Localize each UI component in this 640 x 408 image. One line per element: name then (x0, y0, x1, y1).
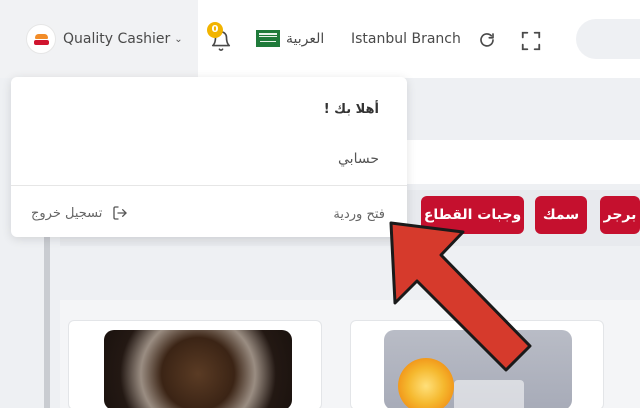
product-image-juice[interactable] (384, 330, 572, 408)
language-label: العربية (286, 30, 325, 47)
orange-slice (398, 358, 454, 408)
category-fish[interactable]: سمك (535, 196, 587, 234)
category-burger[interactable]: برجر (600, 196, 640, 234)
refresh-icon[interactable] (478, 31, 496, 53)
juice-glass (454, 380, 524, 408)
notifications-button[interactable]: 0 (207, 22, 233, 54)
user-name: Quality Cashier (63, 31, 171, 47)
fullscreen-icon[interactable] (520, 30, 542, 56)
open-shift-link[interactable]: فتح وردية (333, 207, 385, 222)
logout-link[interactable]: تسجيل خروج (31, 205, 128, 221)
notification-count-badge: 0 (207, 22, 223, 38)
logout-label: تسجيل خروج (31, 205, 103, 221)
saudi-flag-icon (256, 30, 280, 47)
brand-logo-top (35, 34, 48, 39)
avatar (26, 24, 56, 54)
chevron-down-icon: ⌄ (174, 33, 183, 45)
search-input[interactable] (576, 19, 640, 59)
logout-icon (113, 206, 128, 220)
greeting-text: أهلا بك ! (323, 102, 379, 117)
user-menu-button[interactable]: Quality Cashier ⌄ (0, 0, 198, 78)
branch-selector[interactable]: Istanbul Branch (351, 31, 461, 47)
category-meals[interactable]: وجبات القطاع (421, 196, 524, 234)
user-dropdown-menu: أهلا بك ! حسابي فتح وردية تسجيل خروج (11, 77, 407, 237)
brand-logo-bottom (34, 40, 49, 45)
divider (11, 185, 407, 186)
product-image-coffee[interactable] (104, 330, 292, 408)
language-switcher[interactable]: العربية (256, 30, 324, 47)
my-account-link[interactable]: حسابي (338, 151, 379, 167)
